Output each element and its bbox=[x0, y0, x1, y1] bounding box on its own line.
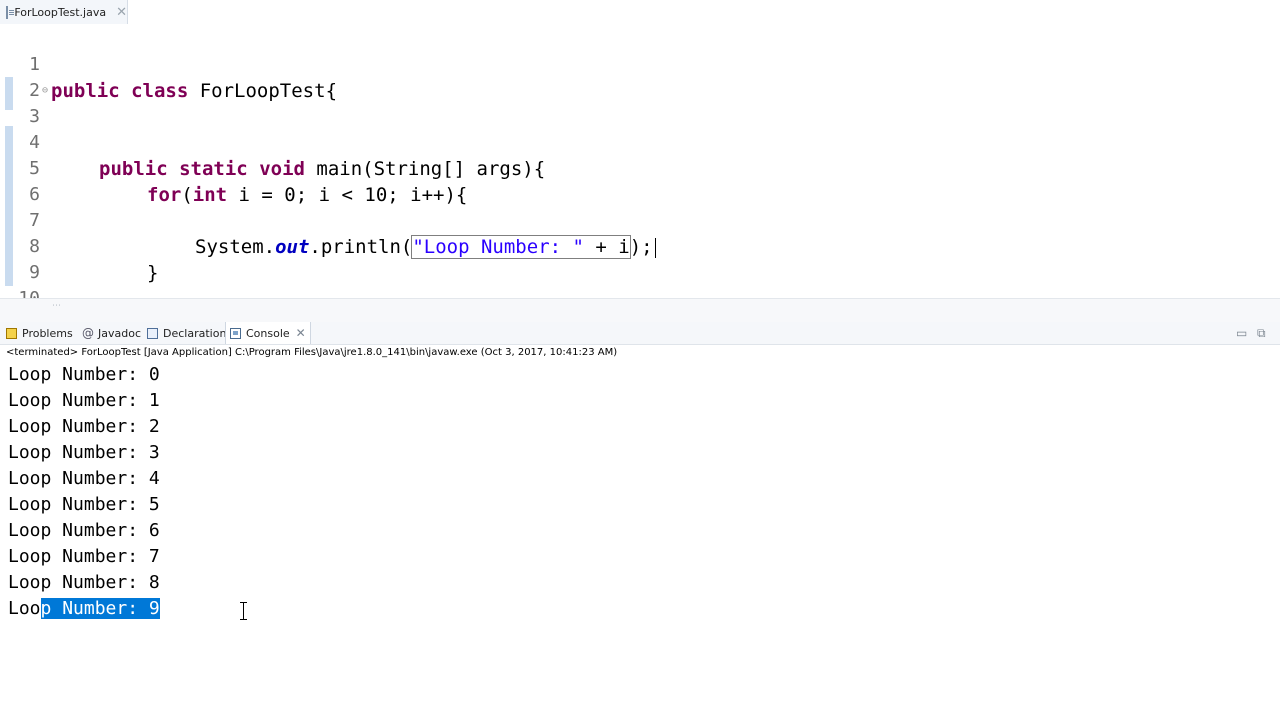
code-line: 10 } bbox=[0, 260, 1280, 298]
editor-tab-forlooptest[interactable]: ForLoopTest.java ✕ bbox=[0, 0, 128, 24]
console-line: Loop Number: 5 bbox=[8, 494, 160, 515]
splitter-handle-icon: ⋯ bbox=[52, 301, 61, 311]
at-sign-icon: @ bbox=[82, 325, 94, 340]
console-output[interactable]: Loop Number: 0 Loop Number: 1 Loop Numbe… bbox=[0, 362, 1280, 720]
code-line: 2 bbox=[0, 52, 1280, 101]
console-line: Loop Number: 0 bbox=[8, 364, 160, 385]
code-line: 7 System.out.println("Loop Number: " + i… bbox=[0, 182, 1280, 259]
console-status: <terminated> ForLoopTest [Java Applicati… bbox=[6, 347, 618, 358]
code-line: 6 bbox=[0, 156, 1280, 205]
console-line: Loop Number: 3 bbox=[8, 442, 160, 463]
console-line: Loop Number: 2 bbox=[8, 416, 160, 437]
editor-tab-label: ForLoopTest.java bbox=[14, 5, 107, 19]
editor-tab-bar: ForLoopTest.java ✕ bbox=[0, 0, 1280, 24]
code-line: 11 } bbox=[0, 286, 1280, 298]
ibeam-cursor-icon bbox=[240, 602, 248, 620]
fold-icon[interactable]: ⊖ bbox=[42, 78, 48, 104]
close-icon[interactable]: ✕ bbox=[296, 326, 306, 340]
code-line: 4 bbox=[0, 104, 1280, 153]
code-line: 1 public class ForLoopTest{ bbox=[0, 26, 1280, 102]
java-file-icon bbox=[6, 5, 16, 19]
console-line: Loop Number: 7 bbox=[8, 546, 160, 567]
code-line: 9 bbox=[0, 234, 1280, 283]
maximize-icon[interactable]: ⧉ bbox=[1257, 326, 1266, 341]
tab-javadoc[interactable]: @ Javadoc bbox=[82, 322, 141, 344]
code-line: 5 for(int i = 0; i < 10; i++){ bbox=[0, 130, 1280, 206]
text-selection: p Number: 9 bbox=[40, 598, 160, 619]
tab-declaration[interactable]: Declaration bbox=[147, 322, 226, 344]
view-splitter[interactable]: ⋯ bbox=[0, 298, 1280, 323]
console-line: Loop Number: 8 bbox=[8, 572, 160, 593]
code-editor[interactable]: 1 public class ForLoopTest{ 2 3 ⊖ public… bbox=[0, 26, 1280, 298]
console-icon bbox=[230, 327, 241, 339]
console-line: Loop Number: 1 bbox=[8, 390, 160, 411]
minimize-icon[interactable]: ▭ bbox=[1236, 326, 1247, 340]
code-line: 3 ⊖ public static void main(String[] arg… bbox=[0, 78, 1280, 180]
console-line: Loop Number: 4 bbox=[8, 468, 160, 489]
problems-icon bbox=[6, 327, 17, 339]
declaration-icon bbox=[147, 327, 158, 339]
views-tab-bar: Problems @ Javadoc Declaration Console ✕… bbox=[0, 322, 1280, 345]
code-line: 8 } bbox=[0, 208, 1280, 284]
console-line: Loop Number: 6 bbox=[8, 520, 160, 541]
tab-console[interactable]: Console ✕ bbox=[225, 322, 311, 344]
close-icon[interactable]: ✕ bbox=[116, 6, 127, 19]
tab-problems[interactable]: Problems bbox=[6, 322, 73, 344]
console-line-selected: Loop Number: 9 bbox=[8, 598, 160, 619]
